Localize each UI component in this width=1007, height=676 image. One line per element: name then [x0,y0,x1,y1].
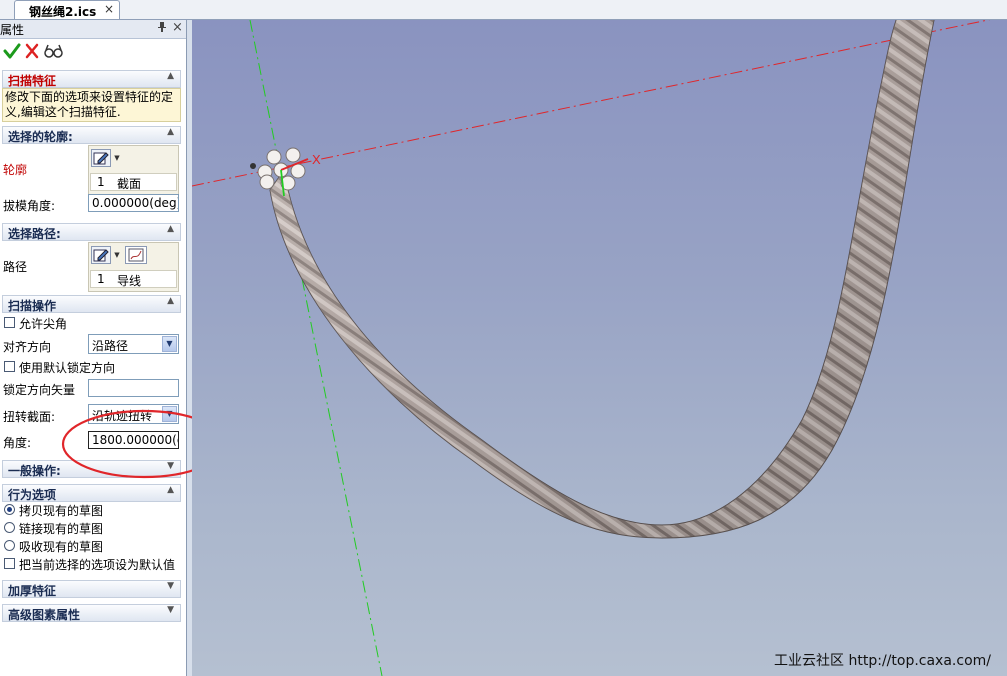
profile-section-header[interactable]: 选择的轮廓: ▲ [2,126,181,144]
general-ops-title: 一般操作: [8,464,61,478]
help-line-2: 义,编辑这个扫描特征. [5,105,121,119]
behavior-section-header[interactable]: 行为选项 ▲ [2,484,181,502]
path-list-item[interactable]: 1 导线 [90,270,177,288]
ok-checkmark-icon[interactable] [3,42,21,65]
use-default-lock-checkbox[interactable] [4,361,15,372]
document-tab[interactable]: 钢丝绳2.ics × [14,0,120,19]
viewport-scene: X [192,20,991,676]
set-default-checkbox[interactable] [4,558,15,569]
help-line-1: 修改下面的选项来设置特征的定 [5,90,174,104]
chevron-down-icon: ▼ [167,581,174,591]
preview-glasses-icon[interactable] [44,42,64,65]
path-item-index: 1 [97,272,105,286]
copy-sketch-radio[interactable] [4,504,15,515]
profile-label: 轮廓 [3,163,28,177]
chevron-up-icon: ▲ [167,224,174,234]
chevron-up-icon: ▲ [167,485,174,495]
panel-toolbar [0,39,186,65]
profile-list-item[interactable]: 1 截面 [90,173,177,191]
chevron-down-icon: ▼ [167,605,174,615]
chevron-up-icon: ▲ [167,71,174,81]
sweep-ops-title: 扫描操作 [8,299,57,313]
sweep-feature-section-header[interactable]: 扫描特征 ▲ [2,70,181,88]
align-direction-value: 沿路径 [92,339,129,353]
dropdown-arrow-icon[interactable]: ▼ [111,149,123,167]
panel-close-icon[interactable]: × [172,20,183,35]
edit-profile-icon[interactable] [91,149,111,167]
sweep-ops-section-header[interactable]: 扫描操作 ▲ [2,295,181,313]
sweep-feature-help: 修改下面的选项来设置特征的定 义,编辑这个扫描特征. [2,88,181,122]
thicken-title: 加厚特征 [8,584,57,598]
chevron-up-icon: ▲ [167,127,174,137]
allow-sharp-label: 允许尖角 [19,317,68,331]
link-sketch-label: 链接现有的草图 [19,522,104,536]
draft-angle-label: 拔模角度: [3,199,56,213]
link-sketch-radio[interactable] [4,522,15,533]
wire-rope-shading [270,20,935,538]
angle-label: 角度: [3,436,32,450]
path-section-title: 选择路径: [8,227,61,241]
allow-sharp-checkbox[interactable] [4,317,15,328]
lock-vector-field[interactable] [88,379,179,397]
path-label: 路径 [3,260,28,274]
path-item-name: 导线 [117,274,142,288]
path-section-header[interactable]: 选择路径: ▲ [2,223,181,241]
wire-rope-model[interactable] [269,20,935,539]
chevron-down-icon[interactable]: ▼ [162,336,177,352]
advanced-section-header[interactable]: 高级图素属性 ▼ [2,604,181,622]
dropdown-arrow-icon[interactable]: ▼ [111,246,123,264]
set-default-label: 把当前选择的选项设为默认值 [19,558,176,572]
watermark-text: 工业云社区 http://top.caxa.com/ [774,653,991,669]
use-default-lock-label: 使用默认锁定方向 [19,361,116,375]
edit-path-icon[interactable] [91,246,111,264]
twist-section-label: 扭转截面: [3,410,56,424]
path-picker-icon[interactable] [125,246,147,264]
profile-selector[interactable]: ▼ 1 截面 [88,145,179,195]
thicken-section-header[interactable]: 加厚特征 ▼ [2,580,181,598]
x-axis-label: X [312,152,321,167]
chevron-up-icon: ▲ [167,296,174,306]
align-direction-label: 对齐方向 [3,340,52,354]
sweep-feature-title: 扫描特征 [8,74,57,88]
behavior-title: 行为选项 [8,488,57,502]
absorb-sketch-label: 吸收现有的草图 [19,540,104,554]
profile-item-index: 1 [97,175,105,189]
3d-viewport[interactable]: X 工业云社区 http://top.caxa.com/ [192,20,1007,676]
properties-panel: 属性 × 扫描特征 ▲ 修改下面的选项来设置特征的定 义,编辑这个扫描特征. 选… [0,20,227,676]
lock-vector-label: 锁定方向矢量 [3,383,76,397]
align-direction-select[interactable]: 沿路径 ▼ [88,334,179,354]
copy-sketch-label: 拷贝现有的草图 [19,504,104,518]
panel-title: 属性 [0,23,25,37]
profile-item-name: 截面 [117,177,142,191]
advanced-title: 高级图素属性 [8,608,81,622]
pin-icon[interactable] [157,21,167,36]
document-tab-label: 钢丝绳2.ics [29,5,97,19]
document-tab-bar: 钢丝绳2.ics × [0,0,1007,20]
path-selector[interactable]: ▼ 1 导线 [88,242,179,292]
draft-angle-field[interactable]: 0.000000(deg) [88,194,179,212]
cancel-x-icon[interactable] [24,42,40,65]
absorb-sketch-radio[interactable] [4,540,15,551]
panel-header: 属性 × [0,20,186,39]
tab-close-icon[interactable]: × [104,2,114,16]
profile-section-title: 选择的轮廓: [8,130,73,144]
